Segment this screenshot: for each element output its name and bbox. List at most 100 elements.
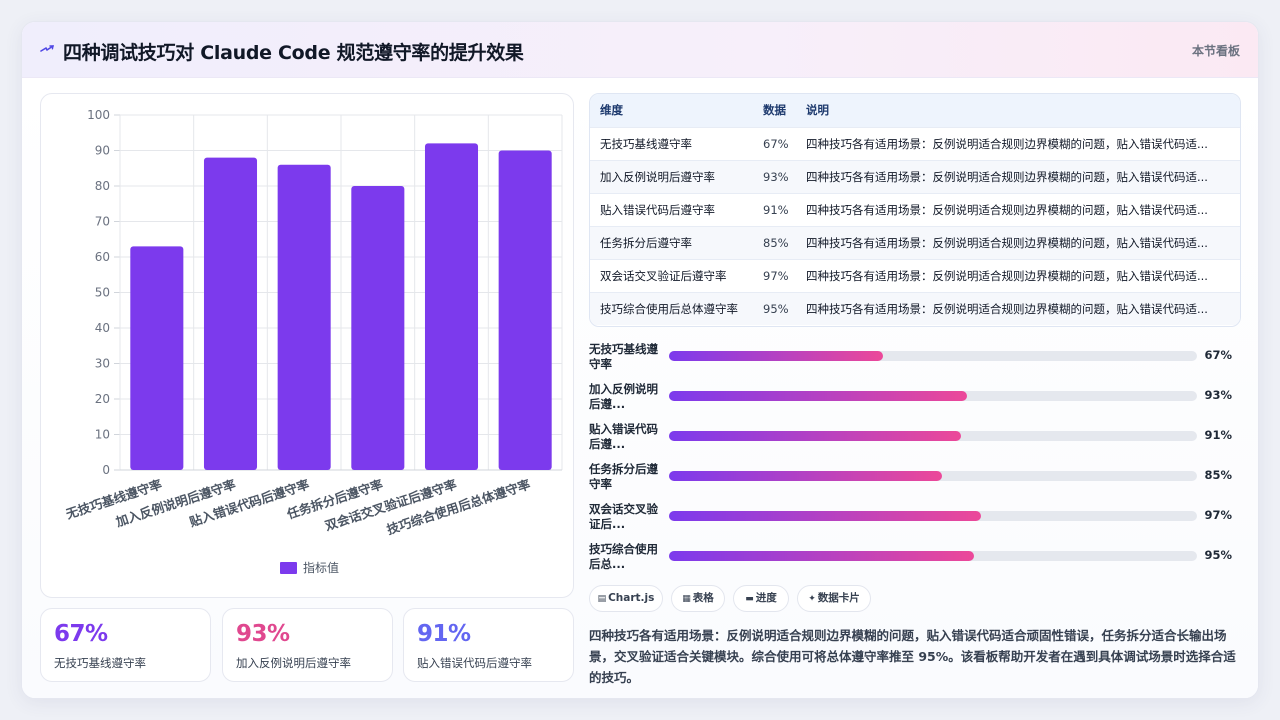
table-cell-data: 93% (763, 170, 789, 184)
kpi-label: 贴入错误代码后遵守率 (417, 656, 532, 670)
y-tick-label: 20 (95, 392, 110, 406)
data-table: 维度 数据 说明 无技巧基线遵守率 67% 四种技巧各有适用场景：反例说明适合规… (589, 93, 1241, 327)
progress-fill (669, 471, 942, 481)
progress-fill (669, 391, 968, 401)
y-tick-label: 50 (95, 286, 110, 300)
bar (424, 143, 479, 470)
sparkle-icon: ✦ (808, 594, 816, 604)
table-cell-dimension: 加入反例说明后遵守率 (600, 170, 715, 184)
tag-data-card[interactable]: ✦ 数据卡片 (797, 585, 871, 612)
bar-chart: 0102030405060708090100无技巧基线遵守率加入反例说明后遵守率… (63, 108, 563, 575)
legend-label: 指标值 (303, 560, 339, 575)
page-title: 四种调试技巧对 Claude Code 规范遵守率的提升效果 (63, 42, 524, 64)
progress-row: 技巧综合使用后总... 95% (589, 542, 1241, 578)
progress-track (669, 351, 1197, 361)
progress-label: 无技巧基线遵守率 (589, 342, 658, 371)
table-row: 无技巧基线遵守率 67% 四种技巧各有适用场景：反例说明适合规则边界模糊的问题，… (590, 127, 1240, 160)
progress-fill (669, 351, 883, 361)
kpi-label: 加入反例说明后遵守率 (236, 656, 351, 670)
y-tick-label: 60 (95, 250, 110, 264)
progress-value: 85% (1204, 468, 1232, 482)
bar (351, 186, 405, 470)
table-header-cell: 说明 (806, 103, 829, 117)
pill-label: Chart.js (608, 592, 655, 604)
kpi-card-counterexample: 93% 加入反例说明后遵守率 (222, 608, 393, 682)
table-header-cell: 维度 (600, 103, 623, 117)
progress-label: 技巧综合使用后总... (589, 542, 658, 571)
dashboard-card: 四种调试技巧对 Claude Code 规范遵守率的提升效果 本节看板 0 10 2… (21, 21, 1259, 699)
table-icon: ▦ (682, 594, 691, 604)
kpi-value: 93% (236, 621, 290, 647)
progress-fill (669, 511, 981, 521)
y-tick-label: 80 (95, 179, 110, 193)
table-cell-description: 四种技巧各有适用场景：反例说明适合规则边界模糊的问题，贴入错误代码适... (806, 203, 1208, 217)
tag-table[interactable]: ▦ 表格 (671, 585, 725, 612)
progress-value: 67% (1204, 348, 1232, 362)
y-tick-label: 100 (87, 108, 110, 122)
dashboard-header: 四种调试技巧对 Claude Code 规范遵守率的提升效果 本节看板 (22, 22, 1258, 78)
table-cell-dimension: 任务拆分后遵守率 (600, 236, 692, 250)
table-row: 技巧综合使用后总体遵守率 95% 四种技巧各有适用场景：反例说明适合规则边界模糊… (590, 292, 1240, 325)
table-row: 双会话交叉验证后遵守率 97% 四种技巧各有适用场景：反例说明适合规则边界模糊的… (590, 259, 1240, 292)
progress-row: 双会话交叉验证后... 97% (589, 502, 1241, 538)
kpi-card-baseline: 67% 无技巧基线遵守率 (40, 608, 211, 682)
chart-icon: ▤ (597, 594, 607, 604)
bar (498, 150, 552, 470)
progress-track (669, 551, 1197, 561)
progress-track (669, 391, 1197, 401)
progress-row: 任务拆分后遵守率 85% (589, 462, 1241, 498)
progress-label: 贴入错误代码后遵... (589, 422, 658, 451)
lightning-icon (40, 45, 54, 52)
table-cell-description: 四种技巧各有适用场景：反例说明适合规则边界模糊的问题，贴入错误代码适... (806, 269, 1208, 283)
y-tick-label: 40 (95, 321, 110, 335)
kpi-card-error-code: 91% 贴入错误代码后遵守率 (403, 608, 574, 682)
table-cell-dimension: 技巧综合使用后总体遵守率 (600, 302, 738, 316)
table-cell-data: 85% (763, 236, 789, 250)
progress-value: 93% (1204, 388, 1232, 402)
table-row: 加入反例说明后遵守率 93% 四种技巧各有适用场景：反例说明适合规则边界模糊的问… (590, 160, 1240, 193)
summary-note: 四种技巧各有适用场景：反例说明适合规则边界模糊的问题，贴入错误代码适合顽固性错误… (589, 628, 1236, 685)
bar-chart-panel: 0 10 20 30 40 50 60 70 80 90 100 无技巧基线遵守率 加入反例说明后遵守率… (40, 93, 574, 598)
table-cell-description: 四种技巧各有适用场景：反例说明适合规则边界模糊的问题，贴入错误代码适... (806, 170, 1208, 184)
y-tick-label: 90 (95, 144, 110, 158)
y-tick-label: 70 (95, 215, 110, 229)
progress-fill (669, 551, 975, 561)
progress-label: 双会话交叉验证后... (589, 502, 658, 531)
progress-track (669, 431, 1197, 441)
table-cell-dimension: 双会话交叉验证后遵守率 (600, 269, 727, 283)
legend-swatch (280, 562, 297, 574)
progress-label: 任务拆分后遵守率 (589, 462, 658, 491)
section-tag: 本节看板 (1191, 44, 1240, 58)
progress-row: 贴入错误代码后遵... 91% (589, 422, 1241, 458)
table-cell-data: 97% (763, 269, 789, 283)
table-cell-data: 91% (763, 203, 789, 217)
kpi-label: 无技巧基线遵守率 (54, 656, 146, 670)
table-row: 贴入错误代码后遵守率 91% 四种技巧各有适用场景：反例说明适合规则边界模糊的问… (590, 193, 1240, 226)
kpi-value: 91% (417, 621, 471, 647)
pill-label: 数据卡片 (817, 592, 860, 604)
y-tick-label: 30 (95, 357, 110, 371)
progress-value: 97% (1204, 508, 1232, 522)
progress-track (669, 511, 1197, 521)
progress-track (669, 471, 1197, 481)
progress-row: 加入反例说明后遵... 93% (589, 382, 1241, 418)
table-cell-description: 四种技巧各有适用场景：反例说明适合规则边界模糊的问题，贴入错误代码适... (806, 302, 1208, 316)
progress-label: 加入反例说明后遵... (589, 382, 658, 411)
progress-value: 95% (1204, 548, 1232, 562)
table-cell-data: 95% (763, 302, 789, 316)
progress-fill (669, 431, 961, 441)
tag-progress[interactable]: ▬ 进度 (733, 585, 789, 612)
y-tick-label: 10 (95, 428, 110, 442)
y-tick-label: 0 (102, 463, 110, 477)
pill-label: 进度 (755, 592, 777, 604)
table-cell-description: 四种技巧各有适用场景：反例说明适合规则边界模糊的问题，贴入错误代码适... (806, 137, 1208, 151)
table-header-row: 维度 数据 说明 (590, 94, 1240, 127)
bar (203, 157, 258, 470)
progress-value: 91% (1204, 428, 1232, 442)
table-cell-data: 67% (763, 137, 789, 151)
table-cell-description: 四种技巧各有适用场景：反例说明适合规则边界模糊的问题，贴入错误代码适... (806, 236, 1208, 250)
table-cell-dimension: 贴入错误代码后遵守率 (600, 203, 715, 217)
progress-row: 无技巧基线遵守率 67% (589, 342, 1241, 378)
tag-chartjs[interactable]: ▤ Chart.js (589, 585, 663, 612)
kpi-value: 67% (54, 621, 108, 647)
